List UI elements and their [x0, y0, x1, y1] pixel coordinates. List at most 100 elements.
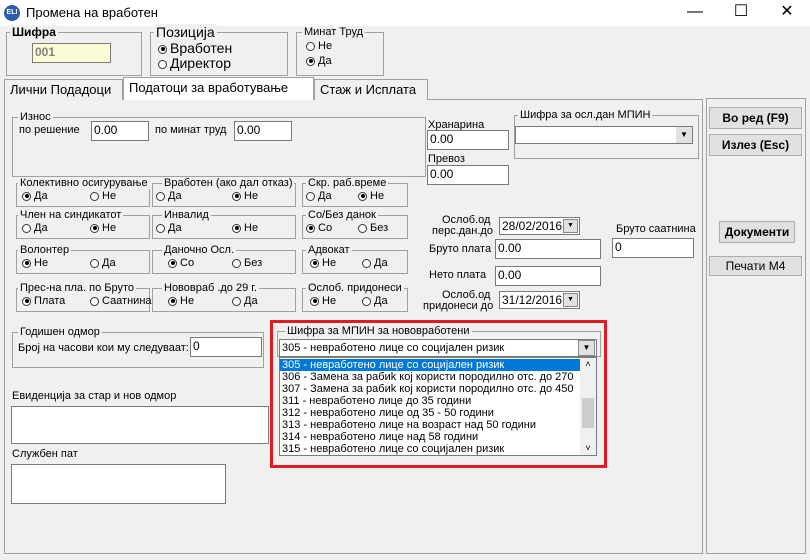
radio-option[interactable]: Со: [168, 257, 194, 269]
radio-option[interactable]: Да: [232, 295, 258, 307]
radio-option[interactable]: Не: [232, 222, 258, 234]
scroll-up-icon[interactable]: ˄: [580, 358, 596, 370]
prevoz-input[interactable]: 0.00: [427, 165, 509, 185]
radio-option[interactable]: Да: [90, 257, 116, 269]
pozicija-option-direktor[interactable]: Директор: [158, 55, 231, 71]
sifra-mpin-select[interactable]: [515, 126, 693, 144]
radio-option[interactable]: Не: [232, 190, 258, 202]
prevoz-label: Превоз: [428, 153, 465, 165]
radio-option[interactable]: Не: [310, 295, 336, 307]
mpin-novovraboteni-label: Шифра за МПИН за нововработени: [285, 325, 472, 337]
bruto-saatnina-label: Бруто саатнина: [616, 223, 696, 235]
bruto-plata-input[interactable]: 0.00: [495, 239, 601, 259]
po-minat-trud-input[interactable]: 0.00: [234, 121, 292, 141]
radio-icon: [90, 258, 99, 268]
dropdown-option[interactable]: 306 - Замена за рабиk кој користи породи…: [280, 371, 581, 383]
sifra-field[interactable]: 001: [32, 43, 111, 63]
tab-licni-podadoci[interactable]: Лични Подадоци: [4, 79, 123, 100]
radio-option[interactable]: Да: [156, 190, 182, 202]
radio-group-label: Со/Без данок: [306, 209, 378, 221]
bruto-saatnina-input[interactable]: 0: [612, 238, 694, 258]
radio-icon: [310, 258, 319, 268]
radio-group-label: Прес-на пла. по Бруто: [18, 282, 137, 294]
close-button[interactable]: ✕: [764, 0, 810, 26]
radio-option[interactable]: Да: [156, 222, 182, 234]
dropdown-option[interactable]: 313 - невработено лице на возраст над 50…: [280, 419, 581, 431]
radio-option[interactable]: Да: [22, 190, 48, 202]
chasovi-input[interactable]: 0: [190, 337, 262, 357]
radio-icon: [306, 223, 315, 233]
radio-option[interactable]: Не: [90, 222, 116, 234]
minimize-button[interactable]: —: [672, 0, 718, 26]
evidencija-label: Евиденција за стар и нов одмор: [12, 390, 177, 402]
sifra-mpin-label: Шифра за осл.дан МПИН: [518, 109, 653, 121]
calendar-dropdown-icon[interactable]: ▼: [563, 293, 578, 307]
dokumenti-button[interactable]: Документи: [719, 221, 795, 243]
tab-staz-i-isplata[interactable]: Стаж и Исплата: [314, 79, 428, 100]
radio-option[interactable]: Да: [22, 222, 48, 234]
radio-icon: [156, 191, 165, 201]
minat-trud-group: [296, 32, 384, 76]
radio-group-label: Нововраб .до 29 г.: [162, 282, 260, 294]
radio-option[interactable]: Да: [362, 257, 388, 269]
radio-icon: [168, 258, 177, 268]
chevron-down-icon[interactable]: ▼: [578, 340, 595, 356]
tab-podatoci-za-vrabotuvanje[interactable]: Податоци за вработување: [123, 77, 314, 100]
radio-icon: [22, 258, 31, 268]
po-minat-trud-label: по минат труд: [155, 124, 227, 136]
radio-icon: [232, 223, 241, 233]
sluzben-pat-textarea[interactable]: [11, 464, 226, 504]
radio-option[interactable]: Не: [358, 190, 384, 202]
radio-option[interactable]: Со: [306, 222, 332, 234]
radio-group-label: Адвокат: [306, 244, 352, 256]
minat-trud-option-da[interactable]: Да: [306, 55, 332, 67]
radio-icon: [306, 41, 315, 51]
dropdown-scrollbar[interactable]: ˄ ˅: [580, 358, 596, 455]
radio-icon: [90, 223, 99, 233]
radio-icon: [362, 296, 371, 306]
minat-trud-label: Минат Труд: [302, 26, 366, 38]
radio-option[interactable]: Плата: [22, 295, 65, 307]
radio-option[interactable]: Не: [168, 295, 194, 307]
dropdown-option[interactable]: 315 - невработено лице со социјален ризи…: [280, 443, 581, 455]
chevron-down-icon[interactable]: ▼: [676, 127, 692, 143]
scroll-thumb[interactable]: [582, 398, 594, 428]
dropdown-option[interactable]: 312 - невработено лице од 35 - 50 години: [280, 407, 581, 419]
radio-icon: [22, 191, 31, 201]
radio-option[interactable]: Без: [358, 222, 388, 234]
radio-option[interactable]: Без: [232, 257, 262, 269]
button-panel: [706, 98, 806, 554]
dropdown-option[interactable]: 311 - невработено лице до 35 години: [280, 395, 581, 407]
mpin-novovraboteni-select[interactable]: 305 - невработено лице со социјален ризи…: [279, 339, 597, 357]
radio-option[interactable]: Да: [306, 190, 332, 202]
pechati-m4-button[interactable]: Печати М4: [709, 256, 802, 276]
evidencija-textarea[interactable]: [11, 406, 269, 444]
neto-plata-label: Нето плата: [429, 269, 487, 281]
dropdown-option[interactable]: 307 - Замена за рабиk кој користи породи…: [280, 383, 581, 395]
radio-icon: [310, 296, 319, 306]
neto-plata-input[interactable]: 0.00: [495, 266, 601, 286]
scroll-down-icon[interactable]: ˅: [580, 442, 596, 454]
dropdown-option[interactable]: 314 - невработено лице над 58 години: [280, 431, 581, 443]
hranarina-input[interactable]: 0.00: [427, 130, 509, 150]
radio-option[interactable]: Не: [310, 257, 336, 269]
minat-trud-option-ne[interactable]: Не: [306, 40, 332, 52]
radio-option[interactable]: Не: [22, 257, 48, 269]
radio-option[interactable]: Не: [90, 190, 116, 202]
radio-option[interactable]: Да: [362, 295, 388, 307]
radio-icon: [156, 223, 165, 233]
calendar-dropdown-icon[interactable]: ▼: [563, 219, 578, 233]
izlez-button[interactable]: Излез (Esc): [709, 134, 802, 156]
po-resenie-input[interactable]: 0.00: [91, 121, 149, 141]
maximize-button[interactable]: ☐: [718, 0, 764, 26]
radio-icon: [232, 258, 241, 268]
pozicija-option-vraboten[interactable]: Вработен: [158, 40, 232, 56]
radio-icon: [232, 296, 241, 306]
radio-group-label: Колективно осигурување: [18, 177, 150, 189]
window-title: Промена на вработен: [26, 5, 158, 20]
dropdown-option[interactable]: 305 - невработено лице со социјален ризи…: [280, 359, 581, 371]
radio-option[interactable]: Саатнина: [90, 295, 152, 307]
radio-icon: [232, 191, 241, 201]
vo-red-button[interactable]: Во ред (F9): [709, 107, 802, 129]
mpin-dropdown-list[interactable]: 305 - невработено лице со социјален ризи…: [279, 357, 597, 456]
